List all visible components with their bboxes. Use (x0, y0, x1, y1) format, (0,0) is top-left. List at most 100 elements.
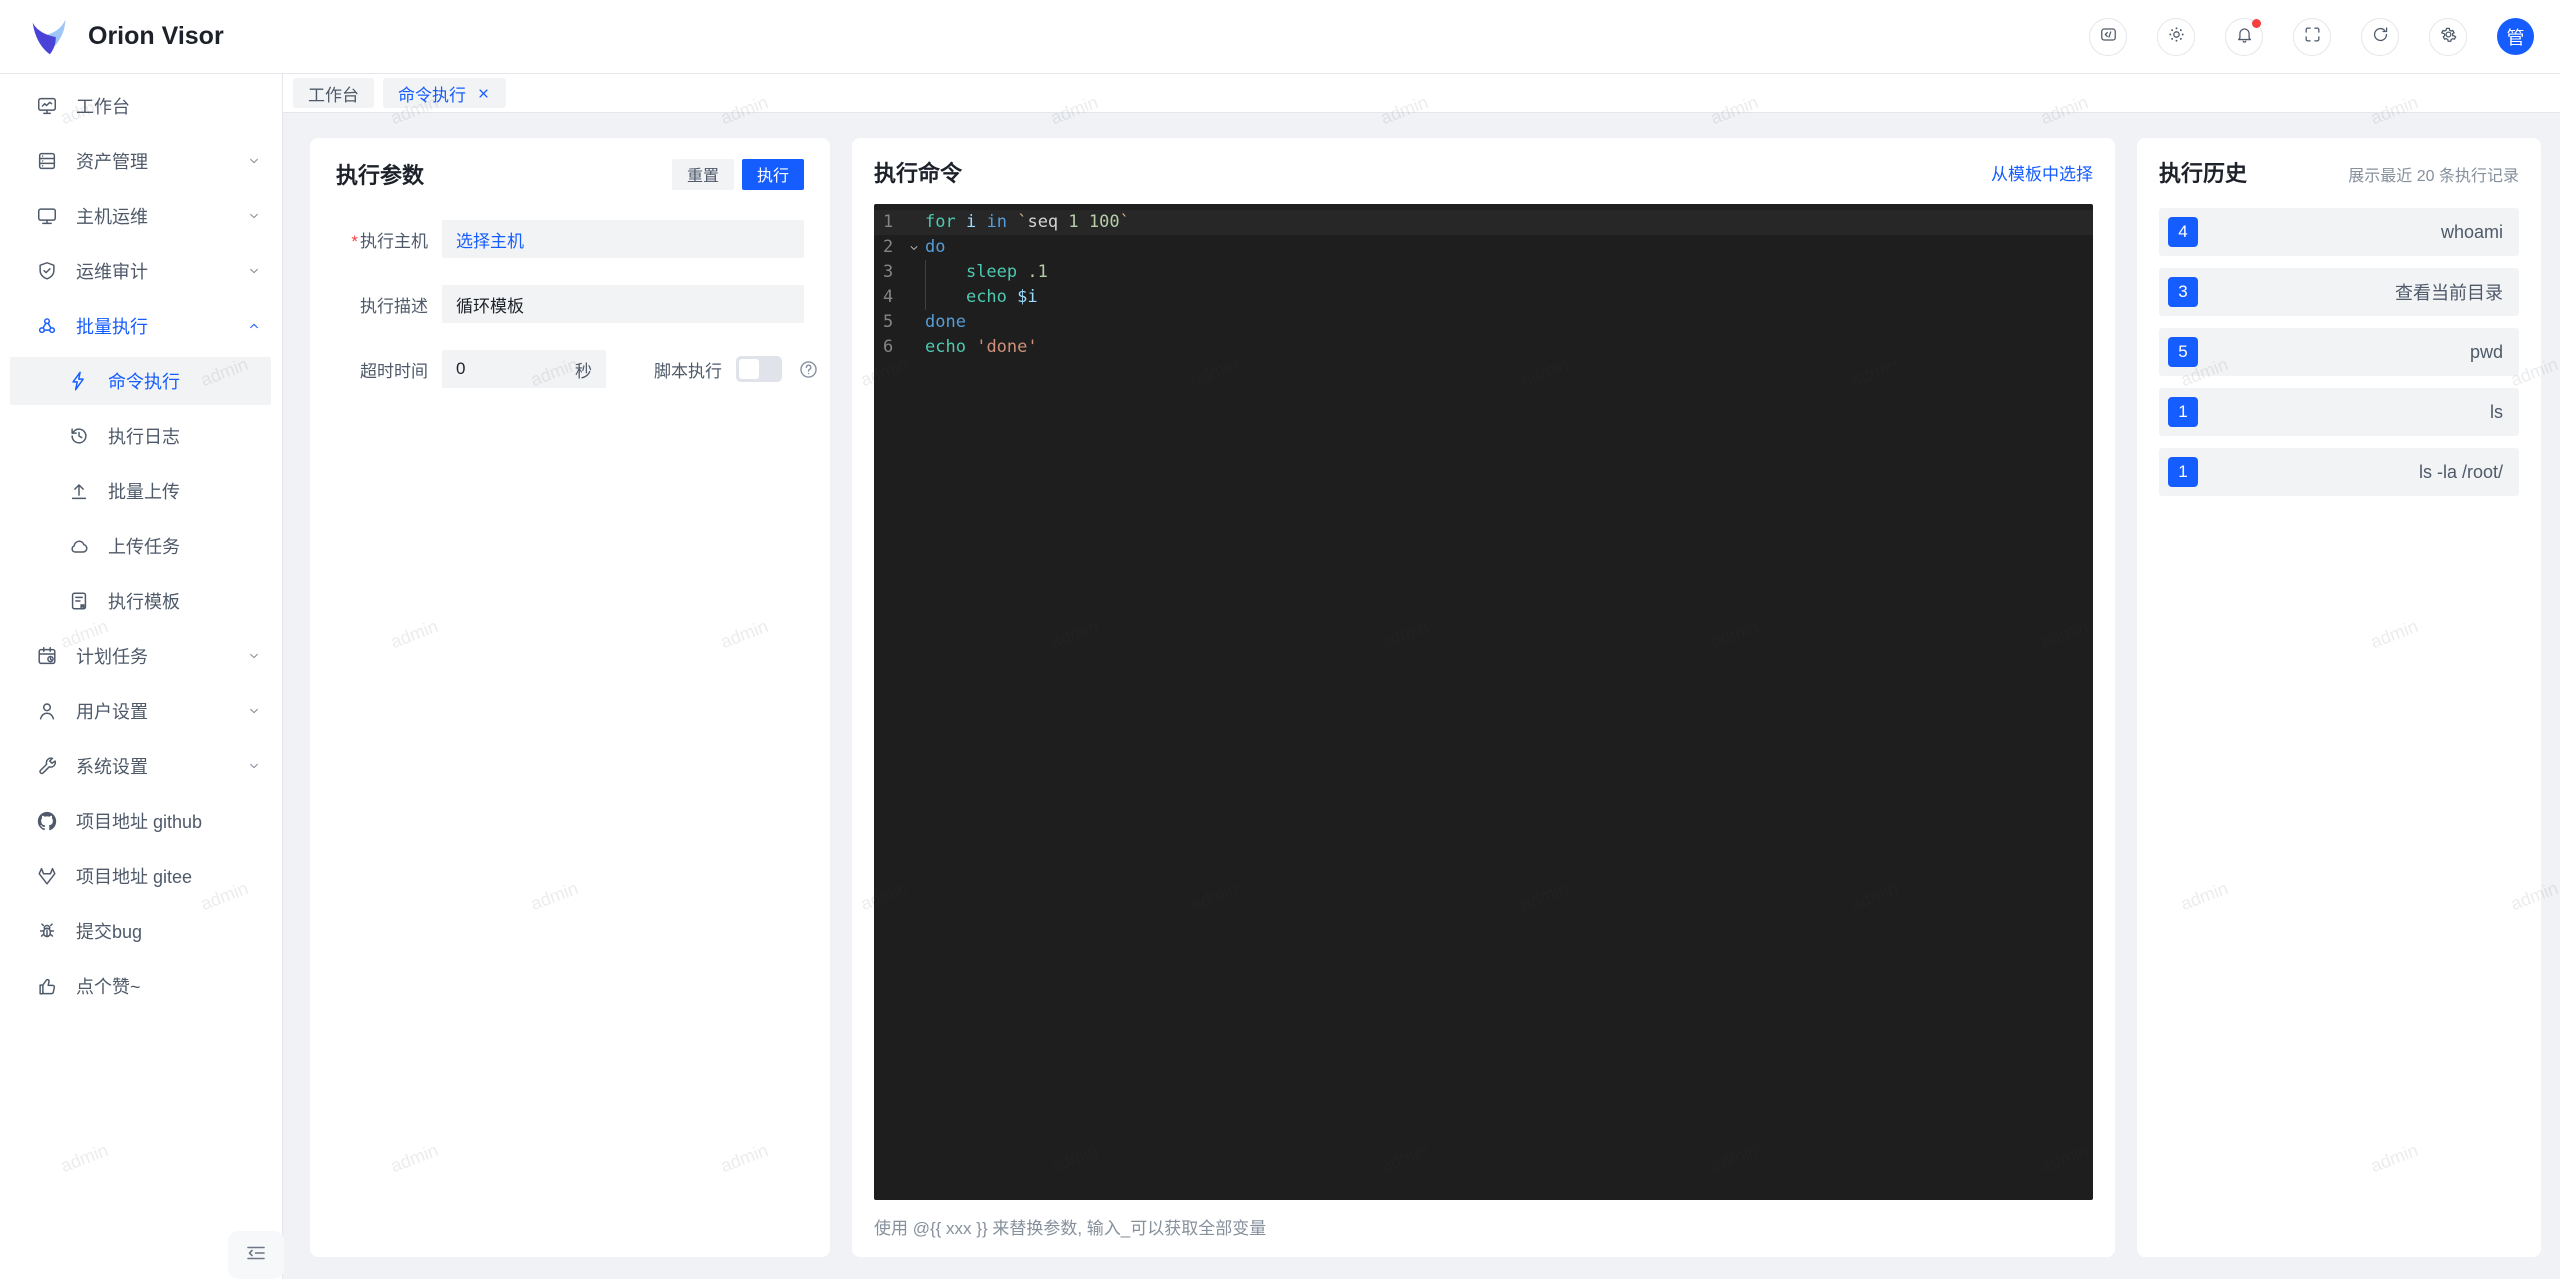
line-number: 3 (883, 262, 894, 282)
tab-command-exec[interactable]: 命令执行 (383, 78, 506, 108)
sidebar-item-exec-log[interactable]: 执行日志 (0, 412, 282, 460)
sidebar-item-label: 用户设置 (76, 702, 148, 722)
theme-toggle-button[interactable] (2157, 17, 2195, 56)
history-item[interactable]: 1 ls -la /root/ (2159, 448, 2519, 496)
sidebar-item-upload-task[interactable]: 上传任务 (0, 522, 282, 570)
desc-input[interactable]: 循环模板 (442, 285, 804, 323)
help-icon[interactable] (798, 359, 819, 380)
host-select-field[interactable]: 选择主机 (442, 220, 804, 258)
tab-label: 命令执行 (398, 85, 466, 105)
sidebar-item-label: 命令执行 (108, 372, 180, 392)
code-editor[interactable]: 1 for i in `seq 1 100` 2 do 3 sleep .1 4 echo… (874, 204, 2093, 1200)
sidebar-item-label: 资产管理 (76, 152, 148, 172)
batch-exec-icon (36, 315, 58, 337)
history-count-badge: 4 (2168, 217, 2198, 247)
gear-icon (2439, 25, 2458, 49)
fullscreen-button[interactable] (2293, 17, 2331, 56)
sidebar-item-assets[interactable]: 资产管理 (0, 137, 282, 185)
chevron-down-icon (246, 153, 262, 169)
sidebar: 工作台资产管理主机运维运维审计批量执行命令执行执行日志批量上传上传任务执行模板计… (0, 74, 284, 1279)
sidebar-item-label: 批量上传 (108, 482, 180, 502)
fold-chevron-icon[interactable] (903, 235, 925, 260)
sidebar-item-label: 运维审计 (76, 262, 148, 282)
line-number: 6 (883, 337, 894, 357)
timeout-input[interactable]: 0 秒 (442, 350, 606, 388)
sidebar-item-command-exec[interactable]: 命令执行 (10, 357, 271, 405)
sidebar-menu: 工作台资产管理主机运维运维审计批量执行命令执行执行日志批量上传上传任务执行模板计… (0, 82, 282, 1010)
tab-workbench[interactable]: 工作台 (293, 78, 374, 108)
select-host-link[interactable]: 选择主机 (456, 227, 524, 252)
chevron-down-icon (246, 703, 262, 719)
history-command-text: ls -la /root/ (2418, 461, 2503, 482)
sidebar-item-user-settings[interactable]: 用户设置 (0, 687, 282, 735)
chevron-down-icon (246, 208, 262, 224)
sidebar-item-github[interactable]: 项目地址 github (0, 797, 282, 845)
indent-guide (925, 285, 926, 310)
ops-audit-icon (36, 260, 58, 282)
app-title: Orion Visor (88, 22, 224, 50)
code-text: echo $i (965, 287, 1038, 307)
tab-label: 工作台 (308, 85, 359, 105)
history-command-text: pwd (2469, 341, 2503, 362)
fold-gutter (903, 310, 925, 335)
sidebar-item-workbench[interactable]: 工作台 (0, 82, 282, 130)
code-console-icon (2099, 25, 2118, 49)
sidebar-collapse-button[interactable] (228, 1231, 284, 1279)
history-item[interactable]: 1 ls (2159, 388, 2519, 436)
history-count-badge: 1 (2168, 457, 2198, 487)
bell-icon (2235, 25, 2254, 49)
exec-command-panel: 执行命令 从模板中选择 1 for i in `seq 1 100` 2 do 3 sl… (852, 138, 2115, 1257)
sidebar-item-label: 项目地址 github (76, 812, 203, 832)
exec-command-title: 执行命令 (874, 161, 963, 186)
sidebar-item-like[interactable]: 点个赞~ (0, 962, 282, 1010)
editor-hint: 使用 @{{ xxx }} 来替换参数, 输入_可以获取全部变量 (874, 1219, 1267, 1238)
history-count-badge: 5 (2168, 337, 2198, 367)
host-ops-icon (36, 205, 58, 227)
indent-guide (925, 260, 926, 285)
sidebar-item-batch-exec[interactable]: 批量执行 (0, 302, 282, 350)
tab-strip: 工作台 命令执行 (283, 74, 2560, 113)
script-exec-toggle[interactable] (736, 356, 782, 382)
refresh-button[interactable] (2361, 17, 2399, 56)
code-line-5: 5 done (874, 310, 2093, 335)
line-number: 5 (883, 312, 894, 332)
notifications-button[interactable] (2225, 17, 2263, 56)
sidebar-item-ops-audit[interactable]: 运维审计 (0, 247, 282, 295)
sidebar-item-label: 系统设置 (76, 757, 148, 777)
upload-task-icon (68, 535, 90, 557)
sidebar-item-exec-template[interactable]: 执行模板 (0, 577, 282, 625)
history-item[interactable]: 3 查看当前目录 (2159, 268, 2519, 316)
sidebar-item-batch-upload[interactable]: 批量上传 (0, 467, 282, 515)
sidebar-item-schedule[interactable]: 计划任务 (0, 632, 282, 680)
run-button[interactable]: 执行 (741, 158, 804, 190)
timeout-unit: 秒 (575, 361, 592, 381)
sidebar-item-label: 批量执行 (76, 317, 148, 337)
sidebar-item-label: 主机运维 (76, 207, 148, 227)
exec-log-icon (68, 425, 90, 447)
sidebar-item-label: 点个赞~ (76, 977, 141, 997)
fold-gutter (903, 285, 925, 310)
bug-icon (36, 920, 58, 942)
sidebar-item-gitee[interactable]: 项目地址 gitee (0, 852, 282, 900)
code-console-button[interactable] (2089, 17, 2127, 56)
tab-close-icon[interactable] (476, 86, 491, 101)
required-asterisk: * (351, 231, 358, 251)
user-avatar[interactable]: 管 (2497, 18, 2534, 55)
history-command-text: whoami (2440, 221, 2503, 242)
sidebar-item-system-settings[interactable]: 系统设置 (0, 742, 282, 790)
top-bar-actions: 管 (2089, 17, 2534, 56)
assets-icon (36, 150, 58, 172)
history-item[interactable]: 5 pwd (2159, 328, 2519, 376)
sidebar-item-bug[interactable]: 提交bug (0, 907, 282, 955)
content-area: 执行参数 重置 执行 * 执行主机 选择主机 执行描述 循环模板 超时时间 0 … (283, 113, 2560, 1279)
reset-button[interactable]: 重置 (671, 158, 734, 190)
host-field-label: * 执行主机 (351, 231, 428, 251)
history-item[interactable]: 4 whoami (2159, 208, 2519, 256)
history-list: 4 whoami 3 查看当前目录 5 pwd 1 ls 1 ls -la /root/ (2159, 208, 2519, 496)
timeout-field-label: 超时时间 (360, 361, 428, 381)
select-from-template-link[interactable]: 从模板中选择 (1991, 160, 2093, 185)
settings-button[interactable] (2429, 17, 2467, 56)
desc-field-label: 执行描述 (360, 296, 428, 316)
sidebar-item-label: 提交bug (76, 922, 143, 942)
sidebar-item-host-ops[interactable]: 主机运维 (0, 192, 282, 240)
